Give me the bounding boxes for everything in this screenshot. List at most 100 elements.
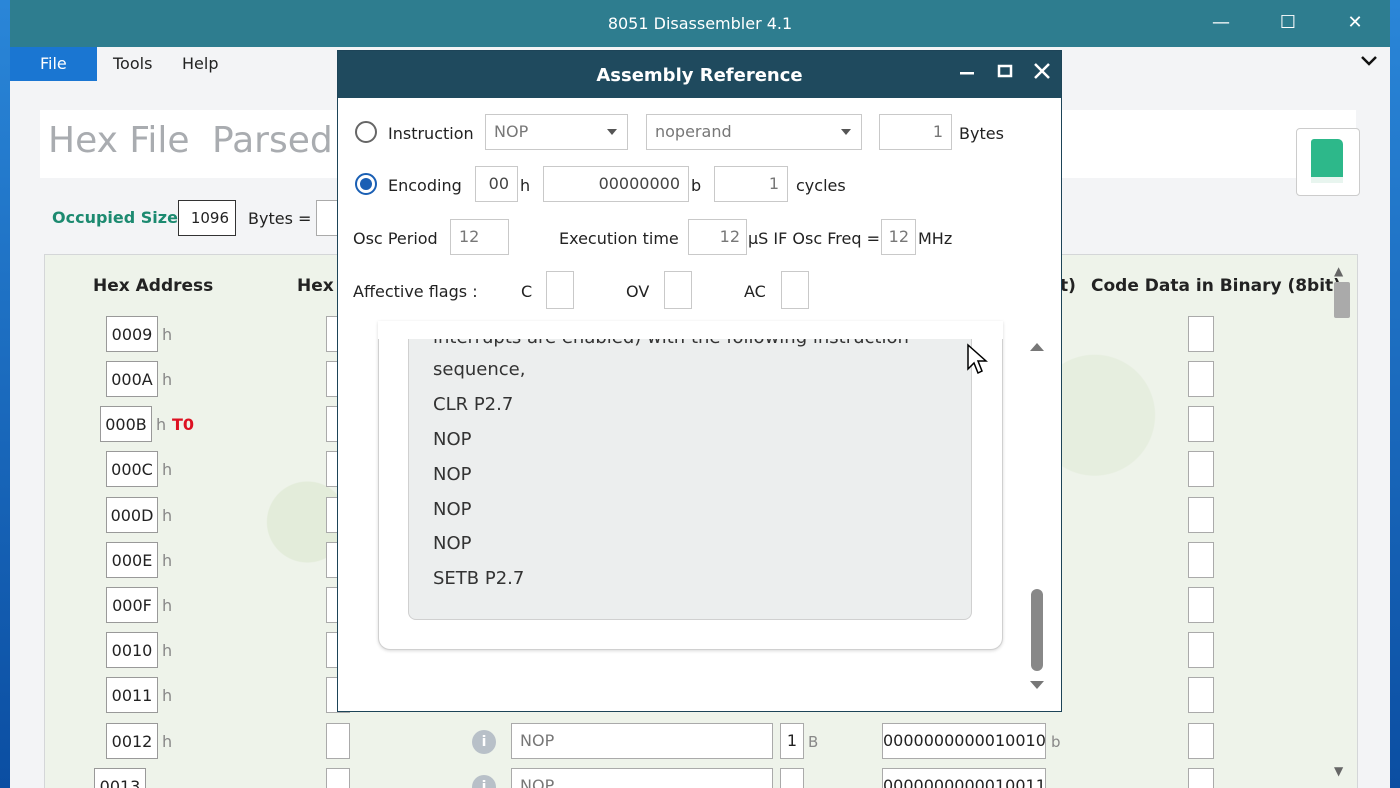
dialog-scroll-down-arrow[interactable]: [1030, 681, 1044, 689]
binary-cell[interactable]: [1188, 406, 1214, 442]
instruction-radio[interactable]: [355, 121, 377, 143]
info-icon[interactable]: i: [472, 730, 496, 754]
chevron-down-icon: [607, 129, 617, 135]
occupied-size-value: 1096: [178, 200, 236, 236]
flag-ov-label: OV: [626, 282, 650, 301]
maximize-button[interactable]: ☐: [1268, 12, 1308, 38]
address-cell[interactable]: 0011: [106, 677, 158, 713]
encoding-cell[interactable]: 0000000000010011: [882, 768, 1046, 788]
dialog-minimize-icon[interactable]: [952, 61, 982, 86]
binary-cell[interactable]: [1188, 723, 1214, 759]
instruction-dropdown[interactable]: NOP: [485, 114, 628, 150]
address-cell[interactable]: 000F: [106, 587, 158, 623]
column-code-binary: Code Data in Binary (8bit): [1091, 276, 1341, 296]
binary-cell[interactable]: [1188, 768, 1214, 788]
scroll-up-arrow[interactable]: ▲: [1334, 264, 1343, 278]
dialog-scroll-up-arrow[interactable]: [1030, 343, 1044, 351]
tab-hex-file[interactable]: Hex File: [48, 120, 190, 161]
hex-suffix: h: [162, 370, 173, 389]
description-line: SETB P2.7: [433, 568, 525, 589]
address-cell[interactable]: 0012: [106, 723, 158, 759]
encoding-hex-field[interactable]: 00: [475, 166, 518, 202]
affective-flags-label: Affective flags :: [353, 282, 478, 301]
operand-dropdown[interactable]: noperand: [646, 114, 862, 150]
dialog-title-bar: Assembly Reference: [338, 51, 1061, 98]
flag-ac-label: AC: [744, 282, 766, 301]
hex-cell[interactable]: [326, 768, 350, 788]
address-cell[interactable]: 000D: [106, 497, 158, 533]
execution-time-field: 12: [688, 219, 747, 255]
desktop-background-left: [0, 0, 10, 788]
menu-help[interactable]: Help: [168, 47, 232, 81]
hex-suffix: h: [162, 460, 173, 479]
hex-suffix: h: [156, 415, 167, 434]
bytes-label: Bytes: [959, 124, 1004, 143]
osc-freq-field[interactable]: 12: [881, 219, 916, 255]
dialog-maximize-icon[interactable]: [990, 61, 1020, 86]
tab-parsed[interactable]: Parsed: [212, 120, 333, 161]
chevron-down-icon: [841, 129, 851, 135]
close-button[interactable]: ✕: [1335, 12, 1375, 38]
binary-cell[interactable]: [1188, 542, 1214, 578]
hex-suffix: h: [162, 686, 173, 705]
instruction-dropdown-value: NOP: [494, 122, 529, 141]
exec-unit-label: μS IF Osc Freq =: [748, 229, 880, 248]
binary-cell[interactable]: [1188, 587, 1214, 623]
hex-cell[interactable]: [326, 723, 350, 759]
address-cell[interactable]: 000C: [106, 451, 158, 487]
description-line: CLR P2.7: [433, 394, 514, 415]
desktop-background-right: [1390, 0, 1400, 788]
hex-suffix: h: [162, 551, 173, 570]
address-cell[interactable]: 000B: [100, 406, 152, 442]
description-line: NOP: [433, 533, 472, 554]
dialog-close-icon[interactable]: [1027, 61, 1057, 86]
execution-time-label: Execution time: [559, 229, 679, 248]
bytes-cell[interactable]: [780, 768, 804, 788]
hex-suffix: h: [162, 506, 173, 525]
address-cell[interactable]: 000E: [106, 542, 158, 578]
column-hex-address: Hex Address: [93, 276, 214, 296]
flag-ov-box: [664, 271, 692, 309]
menu-tools[interactable]: Tools: [99, 47, 166, 81]
instruction-cell[interactable]: NOP: [511, 723, 773, 759]
menu-file[interactable]: File: [10, 47, 97, 81]
binary-cell[interactable]: [1188, 316, 1214, 352]
address-cell[interactable]: 000A: [106, 361, 158, 397]
chevron-down-icon[interactable]: [1360, 52, 1378, 71]
hex-suffix: h: [520, 176, 531, 195]
binary-cell[interactable]: [1188, 497, 1214, 533]
description-line: sequence,: [433, 359, 526, 380]
description-line: interrupts are enabled) with the followi…: [433, 339, 909, 348]
encoding-radio[interactable]: [355, 173, 377, 195]
instruction-cell[interactable]: NOP: [511, 768, 773, 788]
minimize-button[interactable]: —: [1201, 12, 1241, 38]
binary-cell[interactable]: [1188, 677, 1214, 713]
dialog-scrollbar-thumb[interactable]: [1031, 589, 1043, 671]
mouse-cursor-icon: [966, 343, 988, 379]
flag-c-label: C: [521, 282, 533, 301]
encoding-binary-field[interactable]: 00000000: [543, 166, 689, 202]
address-cell-partial[interactable]: 0013: [94, 768, 146, 788]
encoding-cell[interactable]: 0000000000010010: [882, 723, 1046, 759]
bytes-field[interactable]: 1: [879, 114, 952, 150]
description-line: NOP: [433, 464, 472, 485]
bytes-cell[interactable]: 1: [780, 723, 804, 759]
binary-cell[interactable]: [1188, 361, 1214, 397]
window-title: 8051 Disassembler 4.1: [607, 14, 793, 33]
instruction-label: Instruction: [388, 124, 474, 143]
flag-c-box: [546, 271, 574, 309]
osc-period-label: Osc Period: [353, 229, 438, 248]
binary-cell[interactable]: [1188, 451, 1214, 487]
address-cell[interactable]: 0009: [106, 316, 158, 352]
osc-period-field[interactable]: 12: [450, 219, 509, 255]
table-scrollbar-thumb[interactable]: [1334, 282, 1350, 318]
description-line: NOP: [433, 429, 472, 450]
address-cell[interactable]: 0010: [106, 632, 158, 668]
column-hex: Hex: [297, 276, 334, 296]
cycles-field[interactable]: 1: [714, 166, 788, 202]
description-line: NOP: [433, 499, 472, 520]
binary-cell[interactable]: [1188, 632, 1214, 668]
binary-suffix: b: [1051, 733, 1061, 751]
reference-book-button[interactable]: [1296, 128, 1360, 196]
scroll-down-arrow[interactable]: ▼: [1334, 764, 1343, 778]
